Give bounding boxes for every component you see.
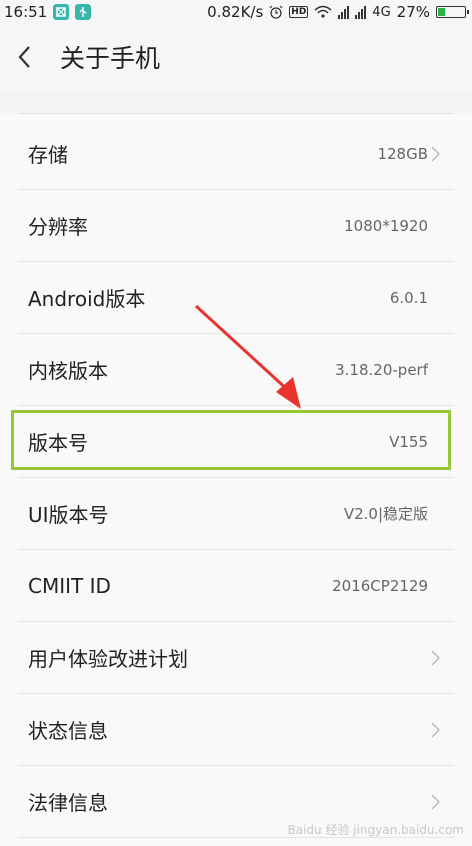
row-value: 6.0.1 xyxy=(389,288,428,307)
row-value: 2016CP2129 xyxy=(332,576,428,595)
settings-row[interactable]: Android版本 6.0.1 xyxy=(18,262,454,334)
list-divider xyxy=(18,113,454,114)
settings-row[interactable]: 用户体验改进计划 xyxy=(18,622,454,694)
status-bar: 16:51 0.82K/s HD 4G 27% xyxy=(0,0,472,24)
signal-icon-2 xyxy=(355,5,367,19)
settings-row[interactable]: 状态信息 xyxy=(18,694,454,766)
row-label: 法律信息 xyxy=(28,791,108,815)
chevron-right-icon xyxy=(431,145,440,162)
chevron-right-icon xyxy=(431,793,440,810)
usb-icon xyxy=(75,4,92,20)
app-notification-icon xyxy=(53,4,70,20)
status-time: 16:51 xyxy=(4,3,48,21)
settings-row[interactable]: UI版本号 V2.0|稳定版 xyxy=(18,478,454,550)
chevron-right-icon xyxy=(431,649,440,666)
row-label: UI版本号 xyxy=(28,503,109,527)
row-label: 分辨率 xyxy=(28,215,88,239)
row-label: CMIIT ID xyxy=(28,573,111,598)
settings-list: 存储 128GB 分辨率 1080*1920 Android版本 6.0.1 内核版本 3.1… xyxy=(0,113,472,846)
row-label: 状态信息 xyxy=(28,719,108,743)
chevron-right-icon xyxy=(431,721,440,738)
row-label: 用户体验改进计划 xyxy=(28,647,188,671)
settings-row[interactable]: 存储 128GB xyxy=(18,118,454,190)
page-title: 关于手机 xyxy=(60,44,161,73)
settings-row[interactable]: CMIIT ID 2016CP2129 xyxy=(18,550,454,622)
battery-icon xyxy=(436,6,469,18)
settings-row[interactable]: 版本号 V155 xyxy=(18,406,454,478)
row-value: V2.0|稳定版 xyxy=(343,505,428,523)
watermark: Baidu 经验 jingyan.baidu.com xyxy=(287,823,464,837)
hd-badge: HD xyxy=(289,6,309,18)
row-value: 3.18.20-perf xyxy=(335,360,428,379)
row-value: 128GB xyxy=(377,144,428,163)
row-label: 内核版本 xyxy=(28,359,108,383)
settings-row[interactable]: 分辨率 1080*1920 xyxy=(18,190,454,262)
back-button[interactable] xyxy=(0,24,50,90)
row-label: 存储 xyxy=(28,143,68,167)
alarm-icon xyxy=(269,5,283,19)
wifi-icon xyxy=(314,5,332,18)
back-arrow-icon xyxy=(18,46,30,68)
network-speed: 0.82K/s xyxy=(207,3,264,21)
app-header: 关于手机 xyxy=(0,24,472,90)
row-label: 版本号 xyxy=(28,431,88,455)
row-value: V155 xyxy=(389,432,428,451)
settings-row[interactable]: 内核版本 3.18.20-perf xyxy=(18,334,454,406)
network-type: 4G xyxy=(372,4,391,20)
signal-icon-1 xyxy=(338,5,350,19)
row-value: 1080*1920 xyxy=(344,216,428,235)
row-label: Android版本 xyxy=(28,287,146,311)
battery-percent: 27% xyxy=(396,3,430,21)
